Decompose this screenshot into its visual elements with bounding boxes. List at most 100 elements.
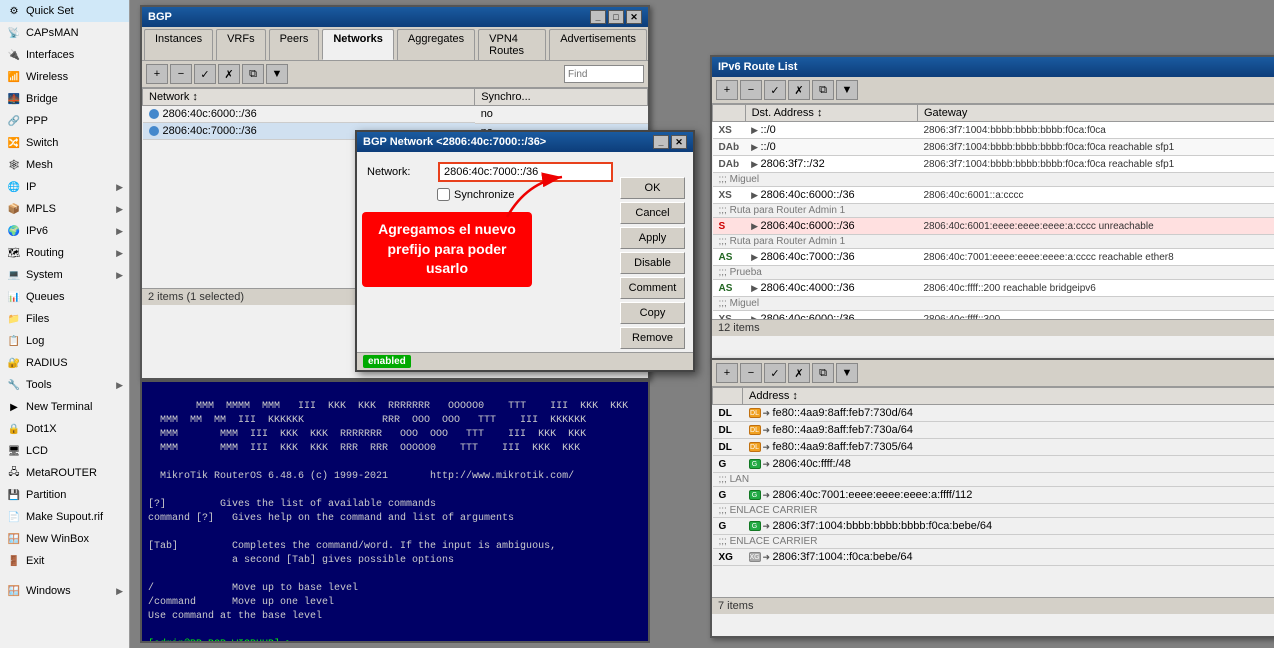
addr-copy-btn[interactable]: ⧉: [812, 363, 834, 383]
tab-advertisements[interactable]: Advertisements: [549, 29, 647, 60]
table-row[interactable]: ;;; LAN: [713, 473, 1274, 487]
add-btn[interactable]: +: [146, 64, 168, 84]
tab-instances[interactable]: Instances: [144, 29, 213, 60]
sidebar-item-wireless[interactable]: 📶 Wireless: [0, 66, 129, 88]
remove-btn[interactable]: −: [170, 64, 192, 84]
tab-vrfs[interactable]: VRFs: [216, 29, 266, 60]
table-row[interactable]: DAb ▶ ::/0 2806:3f7:1004:bbbb:bbbb:bbbb:…: [713, 139, 1274, 156]
dialog-minimize-btn[interactable]: _: [653, 135, 669, 149]
filter-btn[interactable]: ▼: [266, 64, 288, 84]
addr-col-type[interactable]: [713, 388, 743, 405]
sidebar-item-system[interactable]: 💻 System ▶: [0, 264, 129, 286]
col-dst-address[interactable]: Dst. Address ↕: [745, 105, 917, 122]
addr-cross-btn[interactable]: ✗: [788, 363, 810, 383]
sidebar-item-tools[interactable]: 🔧 Tools ▶: [0, 374, 129, 396]
addr-check-btn[interactable]: ✓: [764, 363, 786, 383]
sidebar-item-quick-set[interactable]: ⚙ Quick Set: [0, 0, 129, 22]
col-type[interactable]: [713, 105, 746, 122]
bgp-dialog-titlebar[interactable]: BGP Network <2806:40c:7000::/36> _ ✕: [357, 132, 693, 152]
sidebar-item-metarouter[interactable]: 🖧 MetaROUTER: [0, 462, 129, 484]
col-gateway[interactable]: Gateway: [917, 105, 1274, 122]
copy-dialog-btn[interactable]: Copy: [620, 302, 685, 324]
table-row[interactable]: XS ▶ 2806:40c:6000::/36 2806:40c:ffff::3…: [713, 311, 1274, 320]
bgp-minimize-btn[interactable]: _: [590, 10, 606, 24]
tab-peers[interactable]: Peers: [269, 29, 320, 60]
table-row[interactable]: ;;; Ruta para Router Admin 1: [713, 204, 1274, 218]
sidebar-item-routing[interactable]: 🗺 Routing ▶: [0, 242, 129, 264]
tab-networks[interactable]: Networks: [322, 29, 394, 60]
col-network[interactable]: Network ↕: [143, 89, 475, 106]
sidebar-item-dot1x[interactable]: 🔒 Dot1X: [0, 418, 129, 440]
sidebar-item-ip[interactable]: 🌐 IP ▶: [0, 176, 129, 198]
addr-add-btn[interactable]: +: [716, 363, 738, 383]
remove-btn[interactable]: Remove: [620, 327, 685, 349]
sidebar-item-ipv6[interactable]: 🌍 IPv6 ▶: [0, 220, 129, 242]
table-row[interactable]: S ▶ 2806:40c:6000::/36 2806:40c:6001:eee…: [713, 218, 1274, 235]
table-row[interactable]: DAb ▶ 2806:3f7::/32 2806:3f7:1004:bbbb:b…: [713, 156, 1274, 173]
dialog-close-btn[interactable]: ✕: [671, 135, 687, 149]
table-row[interactable]: DL DL➜ fe80::4aa9:8aff:feb7:730d/64: [713, 405, 1274, 422]
sidebar-item-radius[interactable]: 🔐 RADIUS: [0, 352, 129, 374]
tab-vpn4routes[interactable]: VPN4 Routes: [478, 29, 546, 60]
table-row[interactable]: AS ▶ 2806:40c:4000::/36 2806:40c:ffff::2…: [713, 280, 1274, 297]
table-row[interactable]: G G➜ 2806:40c:ffff:/48: [713, 456, 1274, 473]
sidebar-item-ppp[interactable]: 🔗 PPP: [0, 110, 129, 132]
bgp-maximize-btn[interactable]: □: [608, 10, 624, 24]
sidebar-item-exit[interactable]: 🚪 Exit: [0, 550, 129, 572]
table-row[interactable]: DL DL➜ fe80::4aa9:8aff:feb7:730a/64: [713, 422, 1274, 439]
sidebar-item-queues[interactable]: 📊 Queues: [0, 286, 129, 308]
table-row[interactable]: 2806:40c:6000::/36 no: [143, 106, 648, 124]
sidebar-item-bridge[interactable]: 🌉 Bridge: [0, 88, 129, 110]
ipv6-titlebar[interactable]: IPv6 Route List _ □ ✕: [712, 57, 1274, 77]
table-row[interactable]: G G➜ 2806:3f7:1004:bbbb:bbbb:bbbb:f0ca:b…: [713, 518, 1274, 535]
sidebar-item-mesh[interactable]: 🕸 Mesh: [0, 154, 129, 176]
table-row[interactable]: ;;; ENLACE CARRIER: [713, 504, 1274, 518]
terminal-content[interactable]: MMM MMMM MMM III KKK KKK RRRRRRR OOOOO0 …: [142, 382, 648, 641]
table-row[interactable]: ;;; Miguel: [713, 297, 1274, 311]
table-row[interactable]: ;;; ENLACE CARRIER: [713, 535, 1274, 549]
addr-filter-btn[interactable]: ▼: [836, 363, 858, 383]
ipv6-add-btn[interactable]: +: [716, 80, 738, 100]
tab-aggregates[interactable]: Aggregates: [397, 29, 475, 60]
cancel-btn[interactable]: Cancel: [620, 202, 685, 224]
sidebar-item-lcd[interactable]: 🖥 LCD: [0, 440, 129, 462]
cross-btn[interactable]: ✗: [218, 64, 240, 84]
sidebar-item-mpls[interactable]: 📦 MPLS ▶: [0, 198, 129, 220]
ok-btn[interactable]: OK: [620, 177, 685, 199]
table-row[interactable]: XG XG➜ 2806:3f7:1004::f0ca:bebe/64: [713, 549, 1274, 566]
ipv6-check-btn[interactable]: ✓: [764, 80, 786, 100]
copy-btn[interactable]: ⧉: [242, 64, 264, 84]
table-row[interactable]: AS ▶ 2806:40c:7000::/36 2806:40c:7001:ee…: [713, 249, 1274, 266]
table-row[interactable]: ;;; Ruta para Router Admin 1: [713, 235, 1274, 249]
sidebar-item-capsman[interactable]: 📡 CAPsMAN: [0, 22, 129, 44]
find-input[interactable]: [564, 65, 644, 83]
terminal-window[interactable]: MMM MMMM MMM III KKK KKK RRRRRRR OOOOO0 …: [140, 380, 650, 643]
table-row[interactable]: ;;; Miguel: [713, 173, 1274, 187]
sidebar-item-new-winbox[interactable]: 🪟 New WinBox: [0, 528, 129, 550]
sidebar-item-files[interactable]: 📁 Files: [0, 308, 129, 330]
addr-col-address[interactable]: Address ↕: [743, 388, 1274, 405]
sidebar-item-new-terminal[interactable]: ▶ New Terminal: [0, 396, 129, 418]
sidebar-item-make-supout[interactable]: 📄 Make Supout.rif: [0, 506, 129, 528]
bgp-window-titlebar[interactable]: BGP _ □ ✕: [142, 7, 648, 27]
table-row[interactable]: XS ▶ 2806:40c:6000::/36 2806:40c:6001::a…: [713, 187, 1274, 204]
table-row[interactable]: XS ▶ ::/0 2806:3f7:1004:bbbb:bbbb:bbbb:f…: [713, 122, 1274, 139]
ipv6-remove-btn[interactable]: −: [740, 80, 762, 100]
ipv6-copy-btn[interactable]: ⧉: [812, 80, 834, 100]
sidebar-item-log[interactable]: 📋 Log: [0, 330, 129, 352]
sidebar-item-switch[interactable]: 🔀 Switch: [0, 132, 129, 154]
ipv6-cross-btn[interactable]: ✗: [788, 80, 810, 100]
col-synchro[interactable]: Synchro...: [475, 89, 648, 106]
addr-remove-btn[interactable]: −: [740, 363, 762, 383]
ipv6-filter-btn[interactable]: ▼: [836, 80, 858, 100]
table-row[interactable]: G G➜ 2806:40c:7001:eeee:eeee:eeee:a:ffff…: [713, 487, 1274, 504]
disable-btn[interactable]: Disable: [620, 252, 685, 274]
comment-btn[interactable]: Comment: [620, 277, 685, 299]
sidebar-item-interfaces[interactable]: 🔌 Interfaces: [0, 44, 129, 66]
table-row[interactable]: DL DL➜ fe80::4aa9:8aff:feb7:7305/64: [713, 439, 1274, 456]
bgp-close-btn[interactable]: ✕: [626, 10, 642, 24]
synchronize-checkbox[interactable]: [437, 188, 450, 201]
apply-btn[interactable]: Apply: [620, 227, 685, 249]
sidebar-item-windows[interactable]: 🪟 Windows ▶: [0, 580, 129, 602]
check-btn[interactable]: ✓: [194, 64, 216, 84]
